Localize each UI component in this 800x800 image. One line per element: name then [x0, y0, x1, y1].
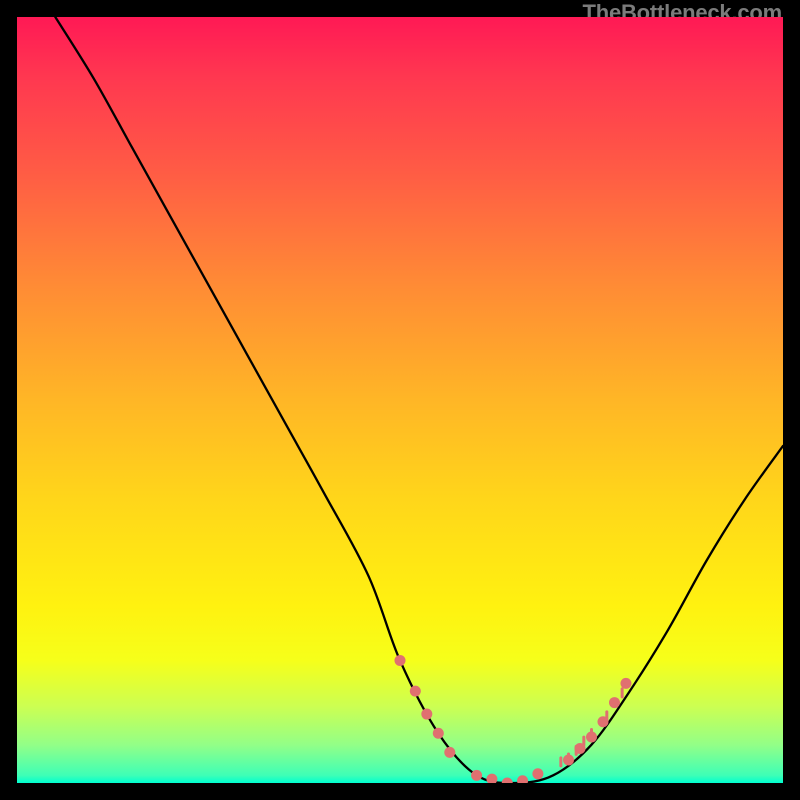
marker-dot [410, 686, 421, 697]
marker-dot [620, 678, 631, 689]
marker-dot [433, 728, 444, 739]
curve-path [55, 17, 783, 783]
marker-dot [502, 778, 513, 784]
marker-dot [444, 747, 455, 758]
marker-dot [486, 774, 497, 783]
chart-container: TheBottleneck.com [0, 0, 800, 800]
marker-dot [517, 775, 528, 783]
marker-dot [471, 770, 482, 781]
plot-area [17, 17, 783, 783]
bottleneck-curve [55, 17, 783, 783]
marker-dot [395, 655, 406, 666]
curve-svg [17, 17, 783, 783]
marker-dot [609, 697, 620, 708]
marker-dot [421, 709, 432, 720]
marker-dot [532, 768, 543, 779]
